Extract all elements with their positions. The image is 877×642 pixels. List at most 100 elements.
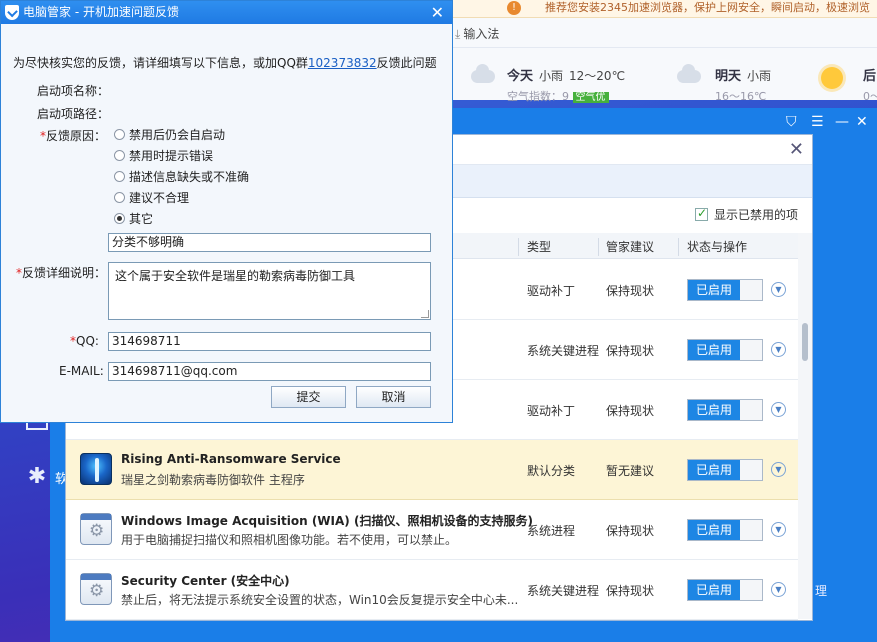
- dialog-intro: 为尽快核实您的反馈，请详细填写以下信息，或加QQ群102373832反馈此问题: [13, 56, 437, 70]
- feedback-detail-text: 这个属于安全软件是瑞星的勒索病毒防御工具: [115, 269, 356, 283]
- minimize-icon[interactable]: —: [835, 114, 849, 130]
- email-label: E-MAIL:: [59, 364, 104, 378]
- close-icon[interactable]: ✕: [856, 114, 868, 130]
- row-type: 系统关键进程: [527, 344, 600, 358]
- column-separator: [518, 238, 519, 256]
- state-toggle-label: 已启用: [688, 520, 740, 540]
- state-toggle-label: 已启用: [688, 280, 740, 300]
- reason-option[interactable]: 其它: [114, 210, 153, 227]
- weather-tomorrow[interactable]: 明天 小雨 16～16℃: [669, 52, 799, 103]
- state-toggle[interactable]: 已启用: [687, 399, 763, 421]
- chevron-down-icon[interactable]: ▼: [771, 282, 786, 297]
- download-icon: ⤓: [455, 27, 461, 41]
- state-toggle[interactable]: 已启用: [687, 519, 763, 541]
- cloud-rain-icon: [467, 64, 497, 84]
- weather-tomorrow-title: 明天 小雨: [715, 69, 772, 84]
- checkbox-checked-icon: [694, 206, 708, 221]
- scrollbar[interactable]: [798, 233, 812, 619]
- reason-option[interactable]: 描述信息缺失或不准确: [114, 168, 249, 185]
- row-advice: 保持现状: [606, 284, 655, 298]
- exclamation-icon: !: [507, 1, 521, 15]
- weather-widget: 今天 小雨 12～20℃ 空气指数：9 空气优 明天 小雨 16～16℃ 后 0～: [441, 52, 877, 103]
- sun-icon: [821, 67, 843, 89]
- qq-field[interactable]: 314698711: [108, 332, 431, 351]
- service-gear-icon: [80, 513, 112, 545]
- submit-button[interactable]: 提交: [271, 386, 346, 408]
- qq-group-link[interactable]: 102373832: [308, 56, 377, 70]
- browser-notice-bar[interactable]: ! 推荐您安装2345加速浏览器，保护上网安全，瞬间启动，极速浏览: [441, 0, 877, 18]
- menu-icon[interactable]: ☰: [811, 114, 824, 130]
- reason-option[interactable]: 禁用后仍会自启动: [114, 126, 225, 143]
- row-advice: 保持现状: [606, 584, 655, 598]
- table-row[interactable]: Rising Anti-Ransomware Service 瑞星之剑勒索病毒防御…: [66, 440, 798, 500]
- chevron-down-icon[interactable]: ▼: [771, 522, 786, 537]
- manager-right-text: 理: [815, 584, 828, 598]
- qq-label: *QQ:: [70, 334, 99, 348]
- row-title: Rising Anti-Ransomware Service: [121, 452, 341, 466]
- state-toggle[interactable]: 已启用: [687, 579, 763, 601]
- startup-path-label: 启动项路径：: [37, 107, 110, 121]
- weather-after-title: 后: [863, 69, 877, 84]
- column-separator: [598, 238, 599, 256]
- sidebar-tools-icon[interactable]: ✱: [25, 464, 49, 489]
- service-gear-icon: [80, 573, 112, 605]
- reason-option[interactable]: 禁用时提示错误: [114, 147, 213, 164]
- column-separator: [678, 238, 679, 256]
- feedback-dialog: 电脑管家 - 开机加速问题反馈 ✕ 为尽快核实您的反馈，请详细填写以下信息，或加…: [0, 0, 453, 423]
- row-advice: 保持现状: [606, 404, 655, 418]
- row-type: 默认分类: [527, 464, 576, 478]
- state-toggle-label: 已启用: [688, 460, 740, 480]
- column-type[interactable]: 类型: [527, 238, 551, 255]
- skin-icon[interactable]: ⛉: [786, 114, 797, 130]
- weather-after[interactable]: 后 0～: [819, 52, 877, 103]
- startup-name-label: 启动项名称：: [37, 84, 110, 98]
- cancel-button[interactable]: 取消: [356, 386, 431, 408]
- row-advice: 保持现状: [606, 524, 655, 538]
- column-state[interactable]: 状态与操作: [687, 238, 747, 255]
- chevron-down-icon[interactable]: ▼: [771, 342, 786, 357]
- feedback-detail-label: *反馈详细说明：: [16, 266, 107, 280]
- radio-checked-icon[interactable]: [114, 213, 125, 224]
- weather-today[interactable]: 今天 小雨 12～20℃ 空气指数：9 空气优: [461, 52, 631, 103]
- reason-option[interactable]: 建议不合理: [114, 189, 189, 206]
- table-row[interactable]: Windows Image Acquisition (WIA) (扫描仪、照相机…: [66, 500, 798, 560]
- scrollbar-thumb[interactable]: [802, 323, 808, 361]
- row-type: 驱动补丁: [527, 284, 576, 298]
- radio-icon[interactable]: [114, 129, 125, 140]
- row-advice: 保持现状: [606, 344, 655, 358]
- row-title: Windows Image Acquisition (WIA) (扫描仪、照相机…: [121, 514, 533, 528]
- reason-option-label: 描述信息缺失或不准确: [129, 170, 250, 184]
- state-toggle-label: 已启用: [688, 580, 740, 600]
- state-toggle-label: 已启用: [688, 340, 740, 360]
- row-title: Security Center (安全中心): [121, 574, 290, 588]
- chevron-down-icon[interactable]: ▼: [771, 462, 786, 477]
- close-icon[interactable]: ✕: [789, 139, 804, 160]
- browser-window: ! 推荐您安装2345加速浏览器，保护上网安全，瞬间启动，极速浏览 ⤓ 输入法 今…: [440, 0, 877, 103]
- chevron-down-icon[interactable]: ▼: [771, 582, 786, 597]
- radio-icon[interactable]: [114, 150, 125, 161]
- feedback-detail-textarea[interactable]: 这个属于安全软件是瑞星的勒索病毒防御工具: [108, 262, 431, 320]
- column-advice[interactable]: 管家建议: [606, 238, 654, 255]
- radio-icon[interactable]: [114, 192, 125, 203]
- row-description: 禁止后，将无法提示系统安全设置的状态，Win10会反复提示安全中心未...: [121, 593, 519, 607]
- row-type: 系统进程: [527, 524, 576, 538]
- resize-grip-icon[interactable]: [421, 310, 429, 318]
- radio-icon[interactable]: [114, 171, 125, 182]
- air-quality: 空气指数：9 空气优: [507, 88, 609, 104]
- input-method-link[interactable]: ⤓ 输入法: [455, 25, 499, 42]
- state-toggle[interactable]: 已启用: [687, 339, 763, 361]
- email-field[interactable]: 314698711@qq.com: [108, 362, 431, 381]
- row-advice: 暂无建议: [606, 464, 655, 478]
- chevron-down-icon[interactable]: ▼: [771, 402, 786, 417]
- weather-after-temp: 0～: [863, 90, 877, 103]
- state-toggle[interactable]: 已启用: [687, 279, 763, 301]
- state-toggle[interactable]: 已启用: [687, 459, 763, 481]
- close-icon[interactable]: ✕: [431, 1, 444, 24]
- row-type: 驱动补丁: [527, 404, 576, 418]
- show-disabled-checkbox[interactable]: 显示已禁用的项: [694, 206, 798, 223]
- reason-option-label: 禁用后仍会自启动: [129, 128, 226, 142]
- row-description: 瑞星之剑勒索病毒防御软件 主程序: [121, 473, 305, 487]
- reason-option-label: 禁用时提示错误: [129, 149, 214, 163]
- other-reason-field[interactable]: 分类不够明确: [108, 233, 431, 252]
- table-row[interactable]: Security Center (安全中心) 禁止后，将无法提示系统安全设置的状态…: [66, 560, 798, 620]
